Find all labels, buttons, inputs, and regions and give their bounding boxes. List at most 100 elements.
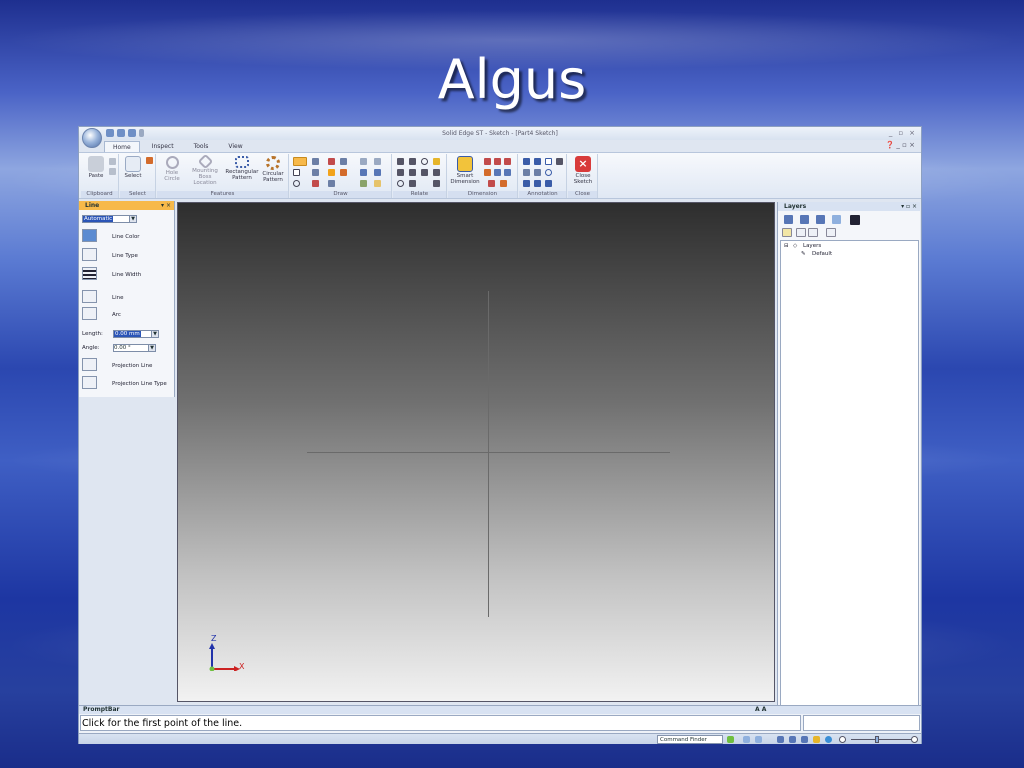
trim-icon[interactable]: [328, 158, 335, 165]
minimize-button[interactable]: _: [889, 129, 893, 137]
tree-expand-icon[interactable]: ⊟: [784, 243, 789, 249]
length-input[interactable]: 0.00 mm ▼: [113, 330, 159, 338]
display-layer-icon[interactable]: [796, 228, 806, 237]
projection-line-label[interactable]: Projection Line: [112, 363, 152, 369]
projection-line-type-label[interactable]: Projection Line Type: [112, 381, 167, 387]
chevron-down-icon[interactable]: ▼: [151, 331, 158, 337]
line-icon[interactable]: [82, 290, 97, 303]
hole-circle-button[interactable]: Hole Circle: [159, 156, 185, 182]
stretch-icon[interactable]: [374, 169, 381, 176]
zoom-area-icon[interactable]: [743, 736, 750, 743]
lock-icon[interactable]: [433, 158, 440, 165]
surface-texture-icon[interactable]: [534, 169, 541, 176]
rotate-icon[interactable]: [801, 736, 808, 743]
copy-icon[interactable]: [109, 168, 116, 175]
pan-icon[interactable]: [789, 736, 796, 743]
chamfer-dimension-icon[interactable]: [488, 180, 495, 187]
projection-line-type-icon[interactable]: [82, 376, 97, 389]
projection-line-icon[interactable]: [82, 358, 97, 371]
tangent-icon[interactable]: [421, 158, 428, 165]
smart-dimension-button[interactable]: Smart Dimension: [450, 156, 480, 185]
datum-icon[interactable]: [556, 158, 563, 165]
paste-button[interactable]: Paste: [85, 156, 107, 179]
coordinate-dimension-icon[interactable]: [504, 158, 511, 165]
zoom-slider[interactable]: [851, 739, 911, 740]
cut-icon[interactable]: [109, 158, 116, 165]
fill-icon[interactable]: [360, 180, 367, 187]
zoom-out-icon[interactable]: [839, 736, 846, 743]
connect-icon[interactable]: [397, 158, 404, 165]
hide-all-icon[interactable]: [808, 228, 818, 237]
circular-pattern-button[interactable]: Circular Pattern: [259, 156, 287, 183]
line-width-label[interactable]: Line Width: [112, 272, 141, 278]
leader-icon[interactable]: [534, 158, 541, 165]
symmetric-icon[interactable]: [433, 169, 440, 176]
text-icon[interactable]: [534, 180, 541, 187]
line-tool-icon[interactable]: [293, 157, 307, 166]
perpendicular-icon[interactable]: [421, 169, 428, 176]
auto-dimension-icon[interactable]: [500, 180, 507, 187]
sketch-view-icon[interactable]: [813, 736, 820, 743]
graphics-window[interactable]: Z X: [177, 202, 775, 702]
application-button[interactable]: [82, 128, 102, 148]
maximize-button[interactable]: ▫: [898, 129, 903, 137]
panel-controls[interactable]: ▾ ▫ ×: [901, 202, 917, 211]
rigid-set-icon[interactable]: [433, 180, 440, 187]
feature-control-frame-icon[interactable]: [545, 158, 552, 165]
mounting-boss-button[interactable]: Mounting Boss Location: [185, 153, 225, 186]
layer-filter-icon[interactable]: [826, 228, 836, 237]
line-type-label[interactable]: Line Type: [112, 253, 138, 259]
cross-hatch-icon[interactable]: [545, 180, 552, 187]
equal-icon[interactable]: [409, 169, 416, 176]
arc-option-label[interactable]: Arc: [112, 312, 121, 318]
balloon-icon[interactable]: [523, 169, 530, 176]
tree-item-default[interactable]: Default: [812, 251, 832, 257]
line-color-icon[interactable]: [82, 229, 97, 242]
curve-icon[interactable]: [312, 180, 319, 187]
move-icon[interactable]: [340, 169, 347, 176]
callout-icon[interactable]: [523, 158, 530, 165]
close-sketch-button[interactable]: × Close Sketch: [570, 156, 596, 185]
go-icon[interactable]: [727, 736, 734, 743]
symmetric-diameter-icon[interactable]: [484, 169, 491, 176]
chevron-down-icon[interactable]: ▼: [129, 216, 136, 222]
rectangle-tool-icon[interactable]: [293, 169, 300, 176]
hide-layer-icon[interactable]: [816, 215, 825, 224]
edge-condition-icon[interactable]: [523, 180, 530, 187]
zoom-icon[interactable]: [755, 736, 762, 743]
construction-icon[interactable]: [328, 180, 335, 187]
close-window-button[interactable]: ×: [909, 129, 915, 137]
chevron-down-icon[interactable]: ▼: [148, 345, 155, 351]
tree-item-layers[interactable]: Layers: [803, 243, 821, 249]
parallel-icon[interactable]: [409, 158, 416, 165]
command-finder-input[interactable]: Command Finder: [657, 735, 723, 744]
angle-input[interactable]: 0.00 ° ▼: [113, 344, 156, 352]
relation-handles-icon[interactable]: [397, 180, 404, 187]
line-type-icon[interactable]: [82, 248, 97, 261]
fillet-icon[interactable]: [312, 169, 319, 176]
region-icon[interactable]: [374, 180, 381, 187]
ribbon-help-controls[interactable]: ❓ _ ▫ ×: [885, 141, 915, 149]
collinear-icon[interactable]: [409, 180, 416, 187]
arc-icon[interactable]: [82, 307, 97, 320]
fit-icon[interactable]: [777, 736, 784, 743]
panel-controls[interactable]: ▾ ×: [161, 201, 171, 210]
select-tools-icon[interactable]: [146, 157, 153, 164]
weld-symbol-icon[interactable]: [545, 169, 552, 176]
dimension-axis-icon[interactable]: [504, 169, 511, 176]
line-style-dropdown[interactable]: Automatic ▼: [82, 215, 137, 223]
zoom-slider-thumb[interactable]: [875, 736, 879, 743]
line-option-label[interactable]: Line: [112, 295, 123, 301]
zoom-in-icon[interactable]: [911, 736, 918, 743]
point-icon[interactable]: [328, 169, 335, 176]
angular-coordinate-icon[interactable]: [494, 169, 501, 176]
distance-between-icon[interactable]: [484, 158, 491, 165]
layer-properties-icon[interactable]: [832, 215, 841, 224]
new-layer-icon[interactable]: [784, 215, 793, 224]
select-button[interactable]: Select: [122, 156, 144, 179]
font-size-controls[interactable]: A A: [755, 706, 766, 714]
extend-icon[interactable]: [340, 158, 347, 165]
rectangular-pattern-button[interactable]: Rectangular Pattern: [225, 156, 259, 181]
offset-icon[interactable]: [360, 158, 367, 165]
show-layer-icon[interactable]: [800, 215, 809, 224]
